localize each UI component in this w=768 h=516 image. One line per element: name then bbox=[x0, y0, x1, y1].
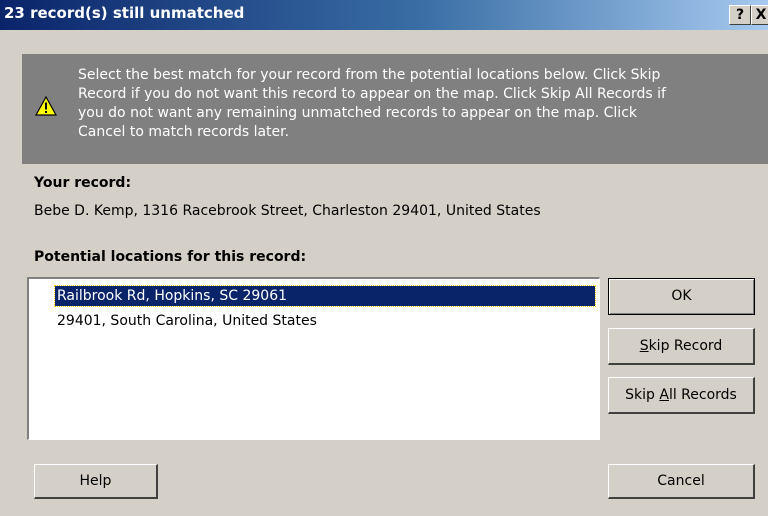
ok-button[interactable]: OK bbox=[608, 278, 755, 315]
your-record-label: Your record: bbox=[34, 175, 132, 191]
help-button[interactable]: Help bbox=[34, 464, 158, 499]
locations-listbox[interactable]: Railbrook Rd, Hopkins, SC 29061 29401, S… bbox=[27, 277, 600, 440]
instruction-line: Cancel to match records later. bbox=[78, 124, 290, 140]
dialog-window: 23 record(s) still unmatched ? X Select … bbox=[0, 0, 768, 516]
title-bar[interactable]: 23 record(s) still unmatched ? X bbox=[0, 0, 768, 30]
instruction-banner: Select the best match for your record fr… bbox=[22, 54, 768, 164]
window-title: 23 record(s) still unmatched bbox=[4, 4, 245, 22]
help-title-button[interactable]: ? bbox=[729, 5, 751, 25]
close-button[interactable]: X bbox=[751, 5, 768, 25]
skip-all-records-button[interactable]: Skip All Records bbox=[608, 377, 755, 414]
skip-all-prefix: Skip bbox=[625, 387, 660, 403]
instruction-line: you do not want any remaining unmatched … bbox=[78, 105, 637, 121]
skip-all-mnemonic: A bbox=[659, 387, 669, 403]
skip-record-mnemonic: S bbox=[639, 338, 649, 354]
record-value: Bebe D. Kemp, 1316 Racebrook Street, Cha… bbox=[34, 203, 541, 219]
question-icon: ? bbox=[735, 7, 745, 23]
list-item-selected[interactable]: Railbrook Rd, Hopkins, SC 29061 bbox=[54, 285, 596, 307]
instruction-line: Select the best match for your record fr… bbox=[78, 67, 661, 83]
potential-locations-label: Potential locations for this record: bbox=[34, 249, 307, 265]
skip-all-label: ll Records bbox=[668, 387, 737, 403]
instruction-line: Record if you do not want this record to… bbox=[78, 86, 666, 102]
instruction-text: Select the best match for your record fr… bbox=[78, 66, 748, 142]
skip-record-label: kip Record bbox=[648, 338, 723, 354]
warning-icon bbox=[35, 96, 57, 116]
list-item[interactable]: 29401, South Carolina, United States bbox=[55, 311, 319, 331]
close-icon: X bbox=[755, 7, 767, 23]
cancel-button[interactable]: Cancel bbox=[608, 464, 755, 499]
skip-record-button[interactable]: Skip Record bbox=[608, 328, 755, 365]
